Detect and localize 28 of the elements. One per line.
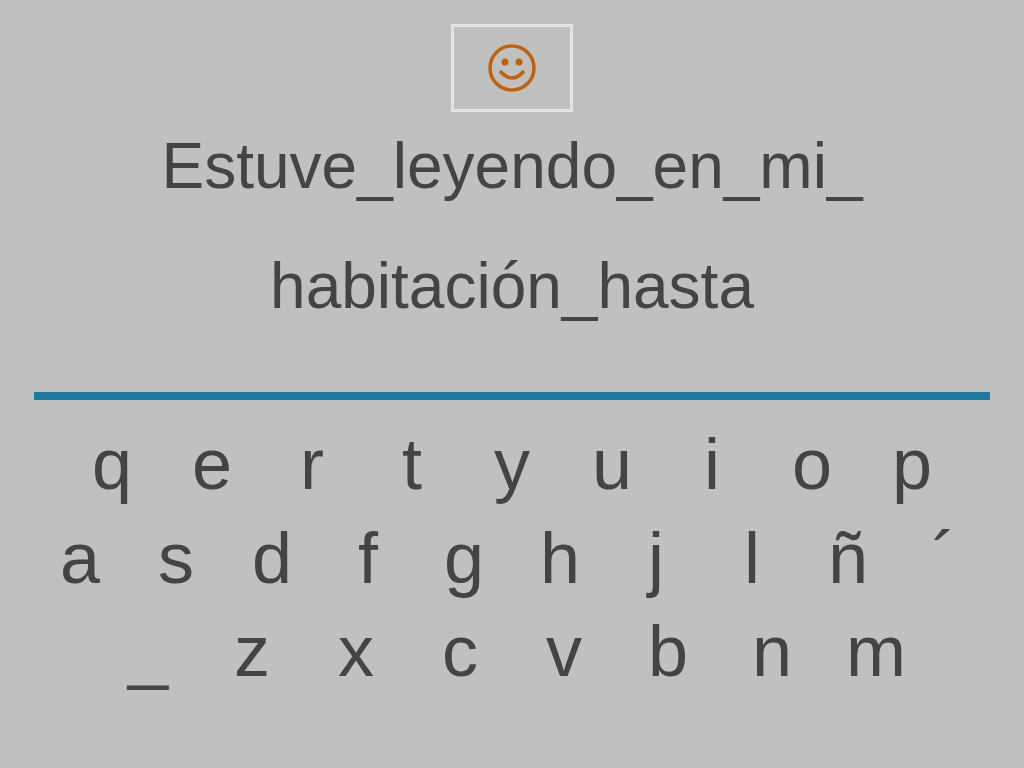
letter-key[interactable]: t bbox=[362, 418, 462, 512]
letter-key[interactable]: ´ bbox=[896, 511, 992, 606]
letter-key[interactable]: m bbox=[824, 605, 928, 699]
letter-key[interactable]: s bbox=[128, 511, 224, 606]
letter-key[interactable]: o bbox=[762, 418, 862, 512]
letter-key[interactable]: y bbox=[462, 418, 562, 512]
letter-key[interactable]: x bbox=[304, 605, 408, 699]
letter-key[interactable]: _ bbox=[96, 605, 200, 699]
smiley-icon bbox=[487, 43, 537, 93]
letter-key[interactable]: d bbox=[224, 511, 320, 606]
letter-key[interactable]: u bbox=[562, 418, 662, 512]
letter-key[interactable]: c bbox=[408, 605, 512, 699]
letter-key[interactable]: l bbox=[704, 511, 800, 606]
letter-key[interactable]: q bbox=[62, 418, 162, 512]
letter-key[interactable]: f bbox=[320, 511, 416, 606]
letter-key[interactable]: h bbox=[512, 511, 608, 606]
letter-key[interactable]: a bbox=[32, 511, 128, 606]
letter-key[interactable]: z bbox=[200, 605, 304, 699]
letter-key[interactable]: b bbox=[616, 605, 720, 699]
letter-key[interactable]: e bbox=[162, 418, 262, 512]
letter-key[interactable]: n bbox=[720, 605, 824, 699]
letter-key[interactable]: p bbox=[862, 418, 962, 512]
letter-key[interactable]: ñ bbox=[800, 511, 896, 606]
letter-key[interactable]: i bbox=[662, 418, 762, 512]
letter-key[interactable]: g bbox=[416, 511, 512, 606]
letter-key[interactable]: j bbox=[608, 511, 704, 606]
letter-key[interactable]: r bbox=[262, 418, 362, 512]
letter-key[interactable]: v bbox=[512, 605, 616, 699]
